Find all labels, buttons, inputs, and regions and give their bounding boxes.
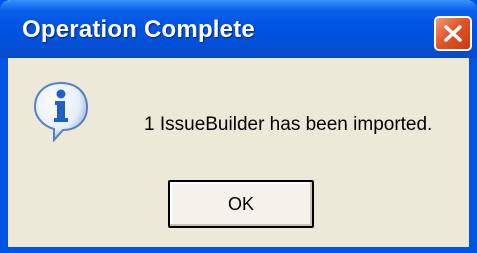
dialog-title: Operation Complete [22, 16, 255, 43]
information-icon [33, 81, 89, 142]
close-button[interactable] [434, 16, 472, 51]
dialog-message: 1 IssueBuilder has been imported. [144, 114, 433, 135]
close-icon [444, 25, 462, 42]
title-bar[interactable]: Operation Complete [0, 0, 477, 58]
ok-button[interactable]: OK [168, 180, 314, 228]
